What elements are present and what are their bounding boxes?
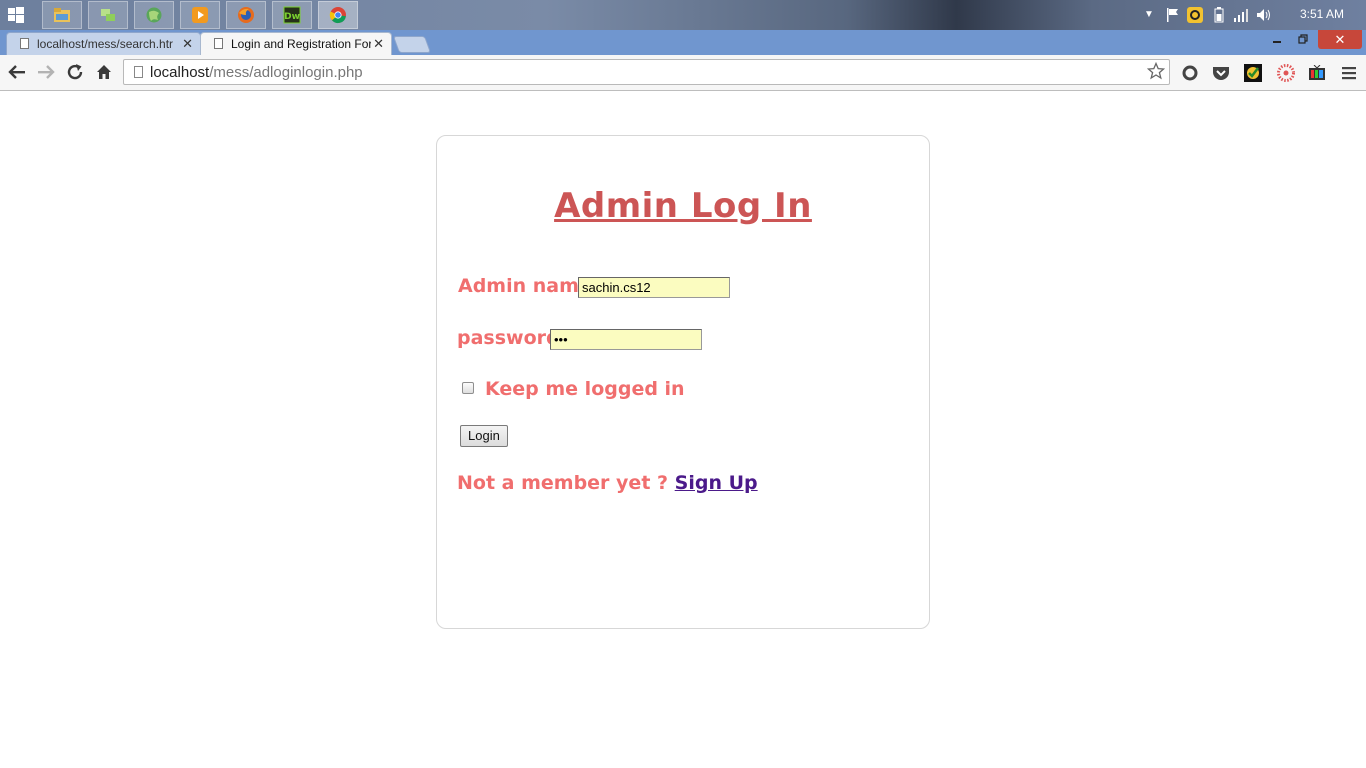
page-content: Admin Log In Admin name password Keep me…: [0, 91, 1366, 768]
forward-arrow-icon[interactable]: [35, 61, 57, 83]
reload-icon[interactable]: [64, 61, 86, 83]
file-explorer-icon[interactable]: [42, 1, 82, 29]
network-icon[interactable]: [88, 1, 128, 29]
flag-icon[interactable]: [1166, 7, 1182, 23]
password-input[interactable]: [550, 329, 702, 350]
system-tray: ▼ 3:51 AM: [1136, 0, 1366, 30]
sunburst-extension-icon[interactable]: [1277, 64, 1295, 82]
chrome-icon[interactable]: [318, 1, 358, 29]
login-button[interactable]: Login: [460, 425, 508, 447]
clock[interactable]: 3:51 AM: [1300, 7, 1344, 21]
tab-login-registration[interactable]: Login and Registration For ✕: [200, 32, 392, 55]
close-tab-icon[interactable]: ✕: [373, 33, 384, 55]
globe-icon[interactable]: [134, 1, 174, 29]
minimize-icon[interactable]: [1264, 30, 1290, 50]
volume-icon[interactable]: [1256, 7, 1272, 23]
restore-icon[interactable]: [1290, 30, 1316, 50]
page-icon: [214, 38, 223, 49]
extension-ring-icon[interactable]: [1181, 64, 1199, 82]
url-path: /mess/adloginlogin.php: [209, 64, 363, 81]
tab-title: localhost/mess/search.htr: [37, 37, 174, 51]
new-tab-button[interactable]: [392, 36, 432, 53]
checkmark-extension-icon[interactable]: [1244, 64, 1262, 82]
windows-taskbar: Dw ▼ 3:51 AM: [0, 0, 1366, 30]
window-close-icon[interactable]: ✕: [1318, 30, 1362, 49]
admin-name-input[interactable]: [578, 277, 730, 298]
tab-search[interactable]: localhost/mess/search.htr ✕: [6, 32, 201, 55]
tab-title: Login and Registration For: [231, 37, 371, 51]
menu-icon[interactable]: [1340, 64, 1358, 82]
remember-me-label: Keep me logged in: [485, 378, 685, 400]
url-text[interactable]: localhost/mess/adloginlogin.php: [150, 64, 363, 81]
url-host: localhost: [150, 64, 210, 81]
signal-icon[interactable]: [1233, 7, 1249, 23]
browser-tab-strip: localhost/mess/search.htr ✕ Login and Re…: [0, 30, 1366, 55]
admin-name-label: Admin name: [458, 275, 592, 297]
firefox-icon[interactable]: [226, 1, 266, 29]
tv-extension-icon[interactable]: [1308, 64, 1326, 82]
remember-me-checkbox[interactable]: [462, 382, 474, 394]
page-icon: [134, 66, 143, 78]
signup-prompt: Not a member yet ? Sign Up: [457, 472, 758, 494]
back-arrow-icon[interactable]: [6, 61, 28, 83]
windows-start-icon[interactable]: [8, 7, 24, 23]
battery-icon[interactable]: [1214, 7, 1230, 23]
home-icon[interactable]: [93, 61, 115, 83]
close-tab-icon[interactable]: ✕: [182, 33, 193, 55]
bookmark-star-icon[interactable]: [1146, 61, 1166, 85]
page-title: Admin Log In: [554, 186, 812, 226]
pocket-icon[interactable]: [1212, 64, 1230, 82]
media-player-icon[interactable]: [180, 1, 220, 29]
address-bar[interactable]: localhost/mess/adloginlogin.php: [123, 59, 1170, 85]
tray-overflow-icon[interactable]: ▼: [1144, 7, 1160, 23]
app-tray-icon[interactable]: [1187, 7, 1203, 23]
svg-text:Dw: Dw: [284, 12, 300, 22]
login-form-box: Admin Log In Admin name password Keep me…: [436, 135, 930, 629]
page-icon: [20, 38, 29, 49]
browser-toolbar: localhost/mess/adloginlogin.php: [0, 55, 1366, 91]
signup-prompt-text: Not a member yet ?: [457, 472, 669, 494]
dreamweaver-icon[interactable]: Dw: [272, 1, 312, 29]
sign-up-link[interactable]: Sign Up: [675, 472, 758, 494]
password-label: password: [457, 327, 560, 349]
